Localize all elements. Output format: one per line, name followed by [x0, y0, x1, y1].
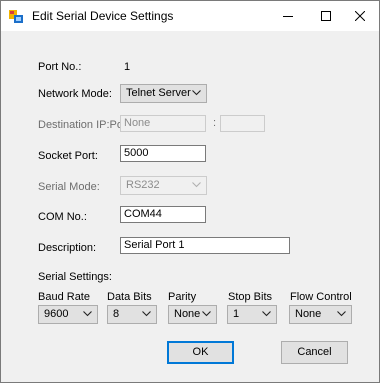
- serial-device-icon: [9, 9, 23, 23]
- parity-value: None: [174, 308, 201, 320]
- flow-control-value: None: [295, 308, 322, 320]
- chevron-down-icon: [192, 182, 201, 188]
- dialog-body: Port No.: 1 Network Mode: Telnet Server …: [1, 31, 379, 382]
- baud-rate-select[interactable]: 9600: [38, 305, 98, 324]
- maximize-icon: [321, 11, 331, 21]
- chevron-down-icon: [262, 311, 271, 317]
- dialog-window: Edit Serial Device Settings Port No.: 1 …: [0, 0, 380, 383]
- stop-bits-label: Stop Bits: [228, 291, 273, 303]
- serial-mode-value: RS232: [126, 179, 160, 191]
- data-bits-label: Data Bits: [107, 291, 152, 303]
- description-input[interactable]: Serial Port 1: [120, 237, 290, 254]
- destination-separator: :: [213, 117, 217, 129]
- parity-label: Parity: [168, 291, 197, 303]
- socket-port-label: Socket Port:: [38, 150, 98, 162]
- flow-control-select[interactable]: None: [289, 305, 352, 324]
- destination-label: Destination IP:Port:: [38, 119, 133, 131]
- chevron-down-icon: [202, 311, 211, 317]
- com-no-label: COM No.:: [38, 211, 87, 223]
- network-mode-label: Network Mode:: [38, 88, 112, 100]
- baud-rate-value: 9600: [44, 308, 69, 320]
- description-label: Description:: [38, 242, 97, 254]
- data-bits-select[interactable]: 8: [107, 305, 157, 324]
- chevron-down-icon: [192, 90, 201, 96]
- window-title: Edit Serial Device Settings: [32, 9, 174, 23]
- ok-button[interactable]: OK: [167, 341, 234, 364]
- com-no-input[interactable]: COM44: [120, 206, 206, 223]
- parity-select[interactable]: None: [168, 305, 217, 324]
- serial-settings-label: Serial Settings:: [38, 271, 112, 283]
- chevron-down-icon: [142, 311, 151, 317]
- stop-bits-select[interactable]: 1: [227, 305, 277, 324]
- flow-control-label: Flow Control: [290, 291, 352, 303]
- network-mode-value: Telnet Server: [126, 87, 191, 99]
- title-bar[interactable]: Edit Serial Device Settings: [1, 1, 379, 31]
- network-mode-select[interactable]: Telnet Server: [120, 84, 207, 103]
- baud-rate-label: Baud Rate: [38, 291, 90, 303]
- close-button[interactable]: [341, 1, 379, 31]
- port-label: Port No.:: [38, 61, 82, 73]
- chevron-down-icon: [337, 311, 346, 317]
- data-bits-value: 8: [113, 308, 120, 320]
- minimize-icon: [283, 16, 293, 17]
- close-icon: [355, 11, 365, 21]
- serial-mode-label: Serial Mode:: [38, 181, 100, 193]
- port-value: 1: [124, 61, 131, 73]
- socket-port-input[interactable]: 5000: [120, 145, 206, 162]
- destination-ip-input[interactable]: None: [120, 115, 206, 132]
- destination-port-input[interactable]: [220, 115, 265, 132]
- chevron-down-icon: [83, 311, 92, 317]
- stop-bits-value: 1: [233, 308, 240, 320]
- serial-mode-select[interactable]: RS232: [120, 176, 207, 195]
- cancel-button[interactable]: Cancel: [281, 341, 348, 364]
